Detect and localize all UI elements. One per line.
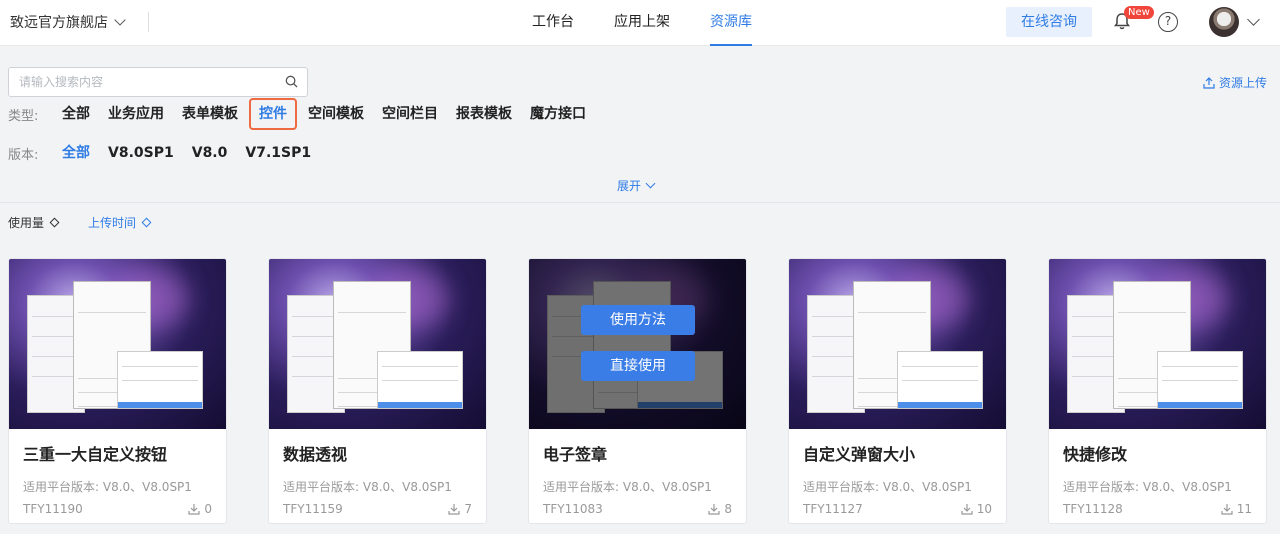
version-option-v71sp1[interactable]: V7.1SP1 xyxy=(236,137,320,169)
card-version: 适用平台版本: V8.0、V8.0SP1 xyxy=(803,480,972,494)
card-id: TFY11128 xyxy=(1063,502,1123,516)
download-icon xyxy=(961,504,973,515)
version-option-v80sp1[interactable]: V8.0SP1 xyxy=(99,137,183,169)
type-filter-label: 类型: xyxy=(8,108,39,124)
search-icon[interactable] xyxy=(285,75,298,88)
type-option-form-template[interactable]: 表单模板 xyxy=(173,98,247,130)
type-option-cube-interface[interactable]: 魔方接口 xyxy=(521,98,595,130)
resource-card[interactable]: 自定义弹窗大小 适用平台版本: V8.0、V8.0SP1 TFY11127 10 xyxy=(788,258,1007,524)
chevron-down-icon xyxy=(114,14,126,26)
card-title: 电子签章 xyxy=(543,445,608,464)
download-count-value: 7 xyxy=(464,502,472,516)
download-count: 10 xyxy=(961,502,992,516)
chevron-down-icon[interactable] xyxy=(1247,13,1260,26)
header-divider xyxy=(148,12,149,32)
card-version: 适用平台版本: V8.0、V8.0SP1 xyxy=(543,480,712,494)
card-thumbnail xyxy=(1049,259,1266,429)
download-icon xyxy=(1221,504,1233,515)
card-version: 适用平台版本: V8.0、V8.0SP1 xyxy=(23,480,192,494)
type-option-report-template[interactable]: 报表模板 xyxy=(447,98,521,130)
search-box xyxy=(8,67,308,97)
card-thumbnail xyxy=(269,259,486,429)
card-id: TFY11159 xyxy=(283,502,343,516)
download-icon xyxy=(708,504,720,515)
card-id: TFY11083 xyxy=(543,502,603,516)
version-filter-label: 版本: xyxy=(8,147,39,163)
resource-card[interactable]: 数据透视 适用平台版本: V8.0、V8.0SP1 TFY11159 7 xyxy=(268,258,487,524)
store-selector[interactable]: 致远官方旗舰店 xyxy=(10,12,126,32)
card-version: 适用平台版本: V8.0、V8.0SP1 xyxy=(1063,480,1232,494)
expand-toggle[interactable]: 展开 xyxy=(617,177,656,194)
avatar[interactable] xyxy=(1209,7,1239,37)
top-header: 致远官方旗舰店 工作台 应用上架 资源库 在线咨询 New ? xyxy=(0,0,1280,46)
card-version: 适用平台版本: V8.0、V8.0SP1 xyxy=(283,480,452,494)
download-count-value: 0 xyxy=(204,502,212,516)
download-count-value: 10 xyxy=(976,502,992,516)
divider xyxy=(0,202,1280,203)
card-title: 三重一大自定义按钮 xyxy=(23,445,168,464)
type-option-all[interactable]: 全部 xyxy=(54,98,99,130)
card-thumbnail xyxy=(529,259,746,429)
online-consult-button[interactable]: 在线咨询 xyxy=(1006,7,1092,37)
type-filter: 类型: 全部 业务应用 表单模板 控件 空间模板 空间栏目 报表模板 魔方接口 xyxy=(8,98,595,130)
resource-upload-link[interactable]: 资源上传 xyxy=(1203,74,1267,91)
nav-workbench[interactable]: 工作台 xyxy=(532,0,574,46)
download-icon xyxy=(448,504,460,515)
main-nav: 工作台 应用上架 资源库 xyxy=(532,0,792,46)
type-option-space-template[interactable]: 空间模板 xyxy=(299,98,373,130)
download-count: 11 xyxy=(1221,502,1252,516)
card-title: 自定义弹窗大小 xyxy=(803,445,916,464)
sort-usage-label: 使用量 xyxy=(8,216,45,230)
upload-label: 资源上传 xyxy=(1219,76,1268,90)
download-count-value: 11 xyxy=(1236,502,1252,516)
chevron-down-icon xyxy=(645,178,656,189)
download-count: 8 xyxy=(708,502,732,516)
resource-card[interactable]: 使用方法 直接使用 电子签章 适用平台版本: V8.0、V8.0SP1 TFY1… xyxy=(528,258,747,524)
card-id: TFY11190 xyxy=(23,502,83,516)
version-option-v80[interactable]: V8.0 xyxy=(183,137,237,169)
upload-icon xyxy=(1203,76,1215,89)
sort-by-upload-time[interactable]: 上传时间 xyxy=(88,214,152,231)
help-icon[interactable]: ? xyxy=(1158,12,1178,32)
type-option-space-column[interactable]: 空间栏目 xyxy=(373,98,447,130)
type-option-control[interactable]: 控件 xyxy=(249,98,297,130)
download-count-value: 8 xyxy=(724,502,732,516)
type-option-business-app[interactable]: 业务应用 xyxy=(99,98,173,130)
download-icon xyxy=(188,504,200,515)
new-badge: New xyxy=(1124,6,1154,19)
card-title: 数据透视 xyxy=(283,445,348,464)
card-title: 快捷修改 xyxy=(1063,445,1128,464)
download-count: 0 xyxy=(188,502,212,516)
sort-icon xyxy=(49,217,60,228)
download-count: 7 xyxy=(448,502,472,516)
search-input[interactable] xyxy=(9,68,269,96)
sort-icon xyxy=(141,217,152,228)
resource-card[interactable]: 三重一大自定义按钮 适用平台版本: V8.0、V8.0SP1 TFY11190 … xyxy=(8,258,227,524)
card-thumbnail xyxy=(9,259,226,429)
sort-by-usage[interactable]: 使用量 xyxy=(8,214,60,231)
version-option-all[interactable]: 全部 xyxy=(54,137,99,169)
card-id: TFY11127 xyxy=(803,502,863,516)
card-thumbnail xyxy=(789,259,1006,429)
nav-resource-library[interactable]: 资源库 xyxy=(710,0,752,46)
nav-app-listing[interactable]: 应用上架 xyxy=(614,0,670,46)
usage-guide-button[interactable]: 使用方法 xyxy=(581,305,695,335)
sort-upload-time-label: 上传时间 xyxy=(88,216,137,230)
version-filter: 版本: 全部 V8.0SP1 V8.0 V7.1SP1 xyxy=(8,141,320,165)
store-name: 致远官方旗舰店 xyxy=(10,15,108,31)
expand-label: 展开 xyxy=(617,179,642,193)
resource-card[interactable]: 快捷修改 适用平台版本: V8.0、V8.0SP1 TFY11128 11 xyxy=(1048,258,1267,524)
use-directly-button[interactable]: 直接使用 xyxy=(581,351,695,381)
